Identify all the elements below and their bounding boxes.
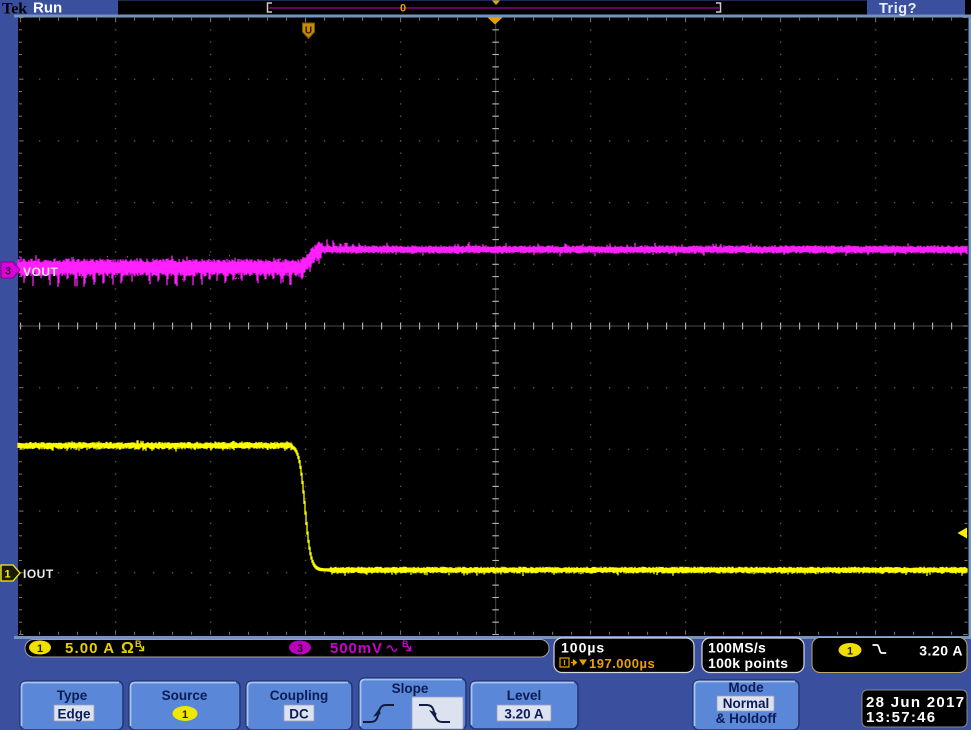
svg-text:3: 3 [5,266,11,278]
svg-text:100µs: 100µs [561,640,605,656]
svg-text:100k points: 100k points [708,655,788,671]
svg-text:Mode: Mode [728,680,764,695]
svg-text:0: 0 [400,3,406,15]
svg-text:U: U [305,26,312,37]
svg-text:3.20 A: 3.20 A [504,707,544,722]
svg-text:VOUT: VOUT [23,265,59,279]
svg-text:Type: Type [57,688,88,703]
svg-text:1: 1 [182,709,188,721]
svg-text:Slope: Slope [392,681,429,696]
svg-text:5.00 A: 5.00 A [65,640,115,657]
svg-text:100MS/s: 100MS/s [708,640,766,656]
svg-text:500mV: 500mV [330,640,383,657]
svg-text:Tek: Tek [2,1,27,18]
svg-text:Level: Level [507,688,542,703]
svg-text:13:57:46: 13:57:46 [866,709,936,726]
svg-text:Run: Run [33,0,62,17]
svg-text:Ω: Ω [121,640,134,657]
svg-text:Source: Source [162,688,208,703]
svg-text:Edge: Edge [57,707,90,722]
svg-text:& Holdoff: & Holdoff [716,711,777,726]
svg-text:1: 1 [4,569,10,581]
svg-text:3.20 A: 3.20 A [919,643,963,659]
svg-text:197.000µs: 197.000µs [589,656,655,671]
svg-text:3: 3 [297,643,303,655]
svg-text:1: 1 [37,643,43,655]
svg-text:1: 1 [847,646,853,658]
svg-text:Trig?: Trig? [879,1,917,17]
svg-text:IOUT: IOUT [23,567,54,581]
svg-text:Coupling: Coupling [270,688,328,703]
svg-text:DC: DC [289,707,309,722]
svg-text:Normal: Normal [723,696,770,711]
